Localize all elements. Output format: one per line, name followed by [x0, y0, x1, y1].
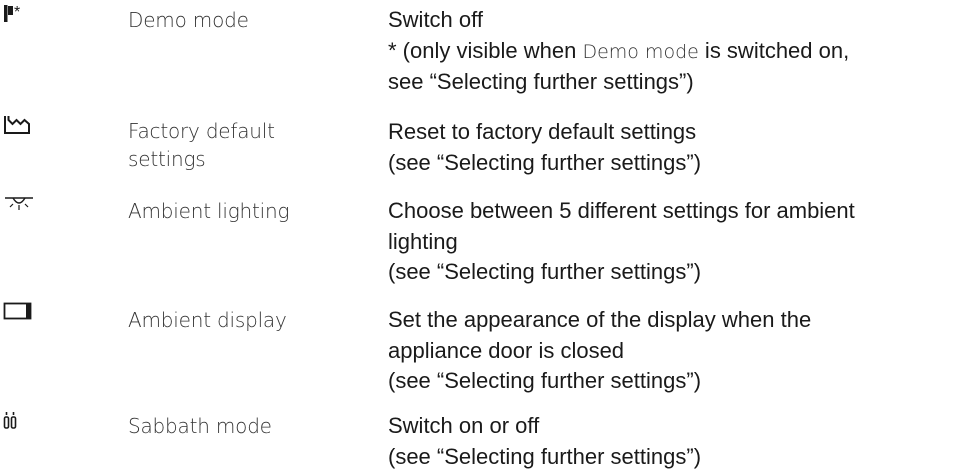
setting-description: Set the appearance of the display when t…: [388, 305, 953, 397]
sabbath-mode-icon: [2, 408, 36, 438]
desc-line: Choose between 5 different settings for …: [388, 198, 855, 223]
setting-description: Reset to factory default settings (see “…: [388, 117, 953, 178]
setting-description: Switch on or off (see “Selecting further…: [388, 411, 953, 472]
desc-line: lighting: [388, 228, 458, 254]
setting-name-line: settings: [128, 147, 206, 171]
factory-icon: [2, 113, 36, 143]
setting-name-line: Factory default: [128, 119, 275, 143]
demo-mode-icon: *: [2, 3, 36, 33]
desc-text: * (only visible when: [388, 37, 583, 63]
inline-setting-name: Demo mode: [582, 40, 699, 63]
setting-name: Sabbath mode: [128, 412, 353, 440]
setting-name: Demo mode: [128, 6, 353, 34]
desc-line: Reset to factory default settings: [388, 119, 697, 144]
desc-line: appliance door is closed: [388, 337, 625, 363]
setting-name-line: Ambient display: [128, 308, 287, 332]
setting-name-line: Sabbath mode: [128, 414, 272, 438]
desc-line: (see “Selecting further settings”): [388, 149, 702, 175]
ambient-lighting-icon: [2, 193, 36, 223]
desc-line: Switch on or off: [388, 413, 540, 438]
ambient-display-icon: [2, 300, 36, 330]
desc-line: (see “Selecting further settings”): [388, 259, 702, 284]
setting-name: Ambient display: [128, 306, 353, 334]
desc-line: Set the appearance of the display when t…: [388, 307, 812, 332]
desc-line: see “Selecting further settings”): [388, 69, 694, 94]
desc-line: * (only visible when Demo mode is switch…: [388, 36, 953, 68]
desc-line: (see “Selecting further settings”): [388, 368, 702, 393]
desc-text: is switched on,: [698, 37, 850, 63]
setting-name: Factory default settings: [128, 117, 353, 173]
desc-line: Switch off: [388, 7, 483, 32]
setting-name-line: Ambient lighting: [128, 199, 290, 223]
setting-description: Choose between 5 different settings for …: [388, 196, 953, 288]
setting-name: Ambient lighting: [128, 197, 353, 225]
svg-text:*: *: [14, 4, 20, 21]
setting-description: Switch off * (only visible when Demo mod…: [388, 5, 953, 98]
desc-line: (see “Selecting further settings”): [388, 443, 702, 469]
setting-name-line: Demo mode: [128, 8, 249, 32]
